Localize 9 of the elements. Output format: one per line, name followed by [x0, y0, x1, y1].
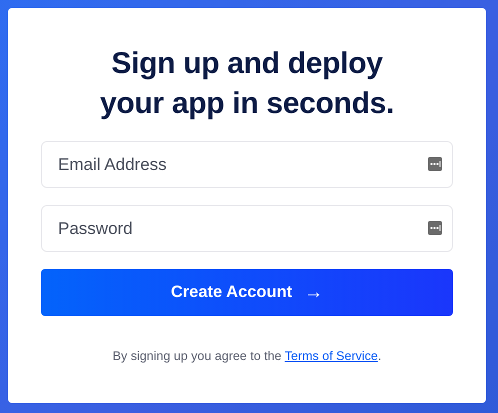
terms-text: By signing up you agree to the Terms of Service. [112, 349, 382, 363]
input-field[interactable]: Email Address [41, 141, 453, 188]
password-manager-icon[interactable] [428, 221, 442, 235]
terms-link[interactable]: Terms of Service [284, 349, 378, 363]
create-account-button[interactable]: Create Account → [41, 269, 453, 316]
headline: Sign up and deploy your app in seconds. [98, 46, 396, 122]
password-manager-icon[interactable] [428, 157, 442, 171]
input-field[interactable]: Password [41, 205, 453, 252]
arrow-icon: → [304, 282, 324, 304]
